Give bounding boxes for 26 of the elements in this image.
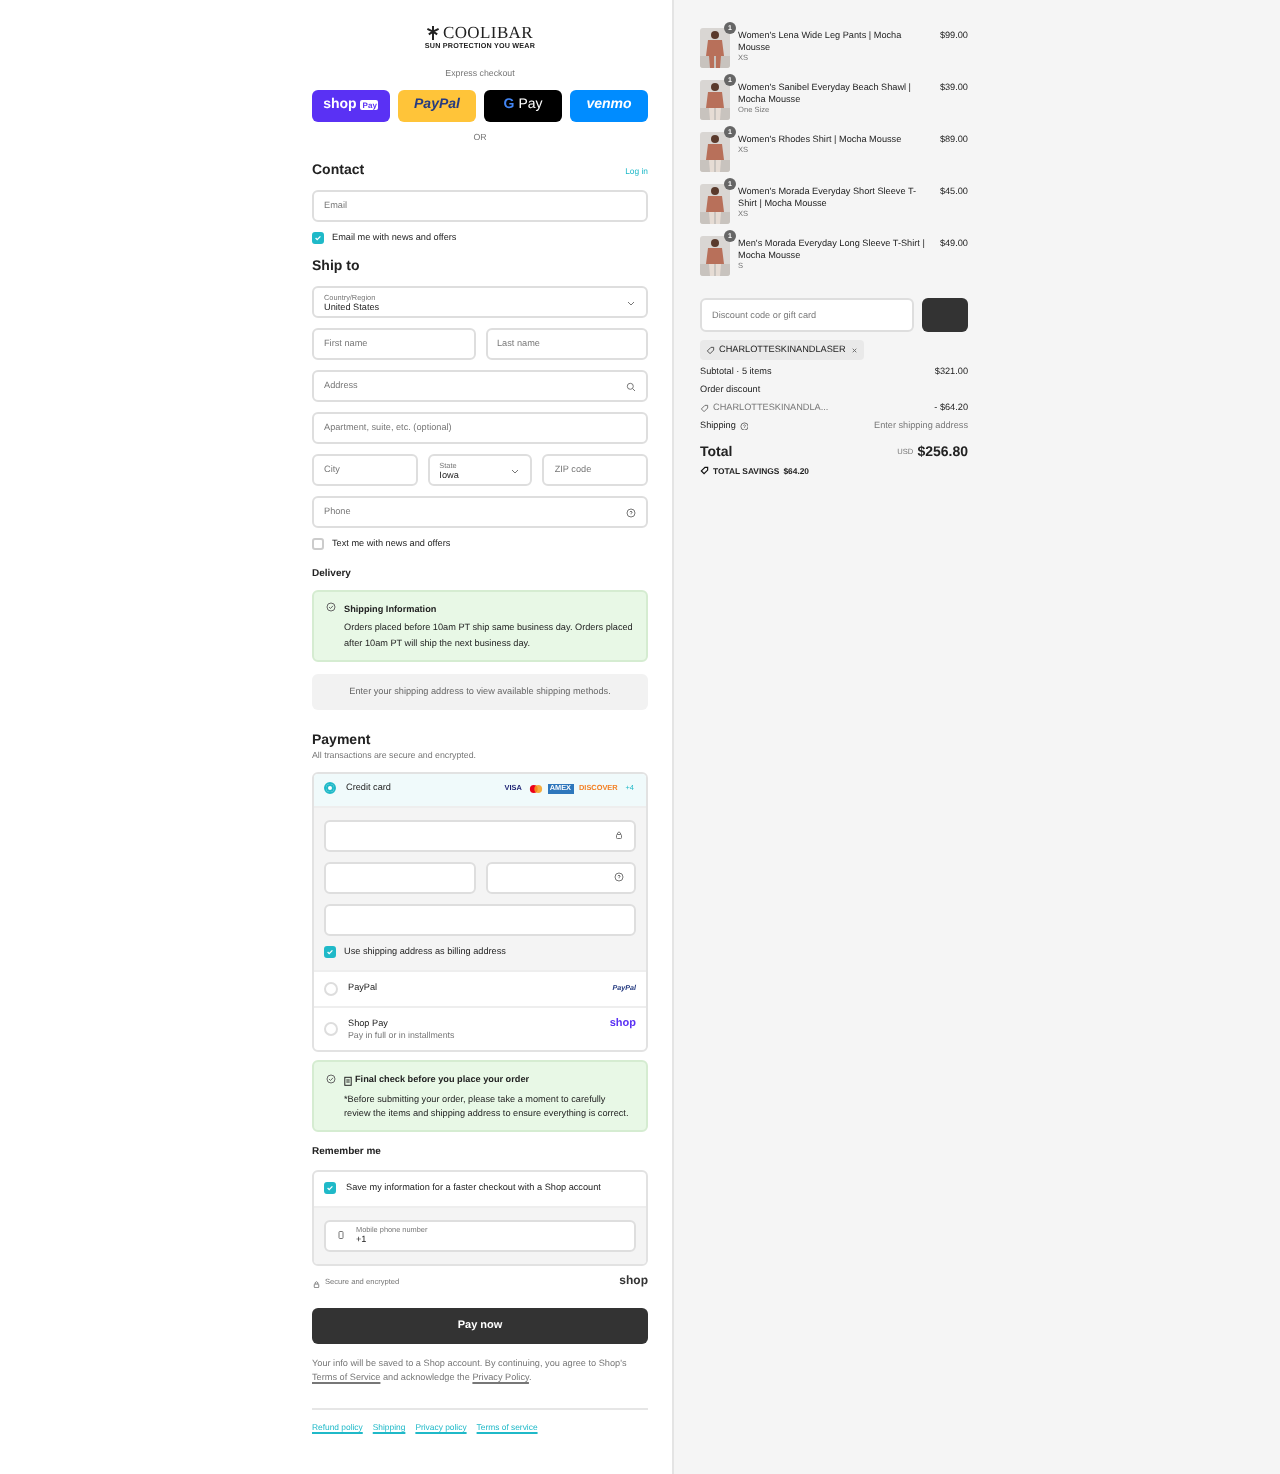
brand-logo: COOLIBAR bbox=[442, 24, 534, 41]
check-circle-icon bbox=[326, 602, 336, 613]
tag-icon bbox=[700, 403, 709, 413]
checkbox[interactable] bbox=[312, 232, 324, 245]
close-icon[interactable] bbox=[849, 345, 859, 355]
checkbox[interactable] bbox=[324, 1182, 336, 1195]
card-brand-logo bbox=[527, 783, 544, 794]
radio-button[interactable] bbox=[324, 782, 336, 795]
tag-icon bbox=[700, 466, 709, 476]
search-icon bbox=[626, 381, 636, 392]
checkbox[interactable] bbox=[324, 945, 336, 958]
lock-icon bbox=[312, 1279, 321, 1289]
help-icon bbox=[614, 872, 624, 883]
check-circle-icon bbox=[326, 1073, 336, 1084]
expiration-date-field[interactable] bbox=[324, 861, 475, 894]
apply-button[interactable] bbox=[922, 298, 968, 332]
phone-icon bbox=[336, 1230, 346, 1241]
security-code-field[interactable] bbox=[485, 861, 636, 894]
checkbox[interactable] bbox=[312, 538, 324, 551]
help-icon bbox=[739, 421, 749, 431]
clipboard-icon bbox=[344, 1075, 352, 1086]
lock-icon bbox=[614, 830, 624, 841]
card-number-field[interactable] bbox=[324, 819, 636, 852]
help-icon bbox=[626, 507, 636, 518]
tag-icon bbox=[706, 345, 715, 355]
name-on-card-field[interactable] bbox=[324, 903, 636, 936]
